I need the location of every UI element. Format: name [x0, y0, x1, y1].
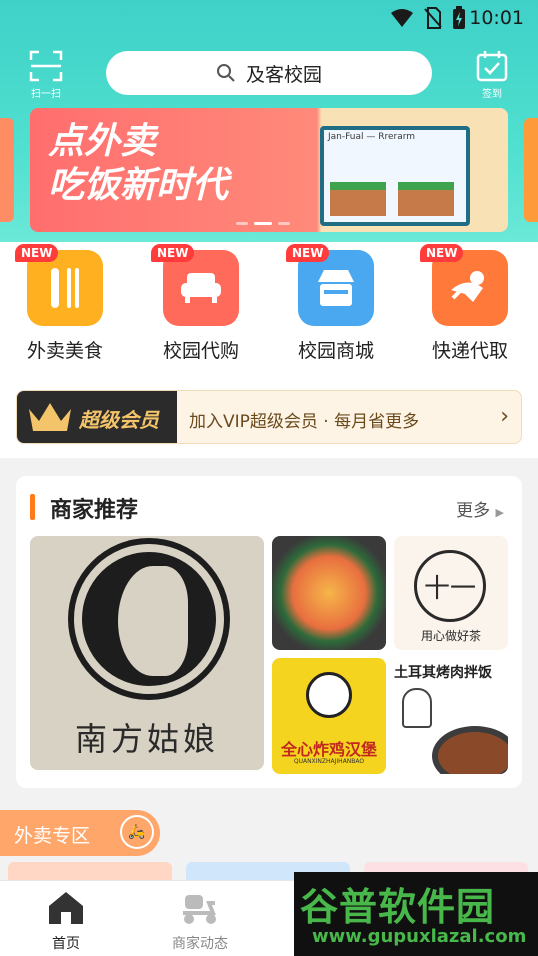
merchant-tile-fruit-platter[interactable] — [272, 536, 386, 650]
merchant-name-pinyin: QUANXINZHAJIHANBAO — [293, 758, 365, 765]
sofa-icon: NEW — [151, 244, 239, 326]
section-accent-bar — [30, 494, 35, 520]
scooter-icon — [183, 895, 216, 924]
category-campus-purchase[interactable]: NEW 校园代购 — [151, 244, 251, 363]
chef-mascot-icon — [402, 688, 432, 728]
banner-shop-illustration: Jan-Fual — Rrerarm — [320, 126, 470, 226]
more-button[interactable]: 更多 ▶ — [456, 496, 504, 521]
tab-label: 首页 — [52, 936, 80, 952]
girl-silhouette-logo — [74, 544, 224, 694]
pagination-dot — [278, 222, 290, 225]
pagination-dot — [236, 222, 248, 225]
promo-banner[interactable]: 点外卖 吃饭新时代 Jan-Fual — Rrerarm — [30, 108, 508, 232]
merchant-name: 南方姑娘 — [74, 720, 219, 758]
checkin-label: 签到 — [482, 89, 502, 100]
vip-badge: 超级会员 — [17, 391, 177, 443]
watermark-overlay: 谷普软件园 www.gupuxlazal.com — [294, 872, 538, 956]
chicken-mascot-icon — [306, 672, 352, 718]
crown-icon — [29, 403, 71, 431]
vip-badge-label: 超级会员 — [79, 407, 159, 432]
watermark-brand: 谷普软件园 — [300, 885, 496, 929]
tab-home[interactable]: 首页 — [16, 889, 116, 953]
home-icon — [49, 892, 83, 924]
takeout-zone-title: 外卖专区 — [14, 825, 91, 847]
new-badge: NEW — [286, 244, 330, 262]
banner-next-peek[interactable] — [524, 118, 538, 222]
more-label: 更多 — [456, 501, 491, 521]
triangle-right-icon: ▶ — [495, 506, 504, 519]
category-label: 外卖美食 — [26, 340, 103, 362]
planter-illustration — [398, 182, 454, 216]
merchant-tile-fried-chicken[interactable]: 全心炸鸡汉堡 QUANXINZHAJIHANBAO — [272, 658, 386, 774]
search-icon — [216, 64, 235, 82]
calendar-check-icon — [476, 51, 508, 82]
merchant-logo: 十一 — [414, 550, 486, 622]
merchant-tile-kebab[interactable]: 土耳其烤肉拌饭 — [394, 658, 508, 774]
category-label: 校园代购 — [162, 340, 239, 362]
takeout-card-preview[interactable] — [8, 862, 172, 882]
banner-headline: 点外卖 吃饭新时代 — [48, 121, 229, 206]
scan-button[interactable]: 扫一扫 — [22, 50, 70, 100]
new-badge: NEW — [151, 244, 195, 262]
banner-shop-sign: Jan-Fual — Rrerarm — [328, 132, 416, 142]
status-time: 10:01 — [469, 7, 524, 29]
pagination-dot-active — [254, 222, 272, 225]
category-takeout-food[interactable]: NEW 外卖美食 — [15, 244, 115, 363]
status-bar: 10:01 — [0, 0, 538, 36]
no-sim-icon — [424, 7, 442, 29]
category-express-pickup[interactable]: NEW 快递代取 — [420, 244, 520, 363]
tab-merchant-updates[interactable]: 商家动态 — [150, 889, 250, 953]
merchant-slogan: 用心做好茶 — [420, 629, 481, 643]
merchant-name: 全心炸鸡汉堡 — [280, 740, 377, 759]
category-section: NEW 外卖美食 NEW 校园代购 NEW 校园商城 NEW 快递代取 超级会员… — [0, 242, 538, 458]
tab-label: 商家动态 — [172, 936, 228, 952]
wifi-icon — [391, 9, 413, 27]
chevron-right-icon: › — [500, 404, 509, 429]
search-text: 及客校园 — [245, 63, 322, 86]
search-bar[interactable]: 及客校园 — [106, 51, 432, 95]
watermark-url: www.gupuxlazal.com — [312, 926, 527, 947]
banner-pagination — [236, 222, 290, 225]
merchant-name: 土耳其烤肉拌饭 — [394, 665, 492, 681]
new-badge: NEW — [15, 244, 59, 262]
vip-membership-banner[interactable]: 超级会员 加入VIP超级会员 · 每月省更多 › — [16, 390, 522, 444]
merchant-recommend-section: 商家推荐 更多 ▶ 南方姑娘 十一 用心做好茶 全心炸鸡汉堡 QUANXINZH… — [16, 476, 522, 788]
category-campus-mall[interactable]: NEW 校园商城 — [286, 244, 386, 363]
store-icon: NEW — [286, 244, 374, 326]
banner-prev-peek[interactable] — [0, 118, 14, 222]
scooter-icon: 🛵 — [120, 815, 154, 849]
scan-label: 扫一扫 — [31, 89, 61, 100]
food-plate-image — [432, 726, 508, 774]
scan-icon — [29, 50, 63, 82]
section-title: 商家推荐 — [50, 498, 139, 523]
battery-charging-icon — [453, 6, 465, 29]
courier-icon: NEW — [420, 244, 508, 326]
category-label: 快递代取 — [431, 340, 508, 362]
utensils-icon: NEW — [15, 244, 103, 326]
new-badge: NEW — [420, 244, 464, 262]
vip-promo-text: 加入VIP超级会员 · 每月省更多 — [189, 412, 420, 432]
merchant-tile-tea-shop[interactable]: 十一 用心做好茶 — [394, 536, 508, 650]
merchant-tile-nanfang-guniang[interactable]: 南方姑娘 — [30, 536, 264, 770]
checkin-button[interactable]: 签到 — [468, 50, 516, 100]
takeout-zone-tab[interactable]: 外卖专区 🛵 — [0, 810, 160, 856]
category-label: 校园商城 — [297, 340, 374, 362]
planter-illustration — [330, 182, 386, 216]
